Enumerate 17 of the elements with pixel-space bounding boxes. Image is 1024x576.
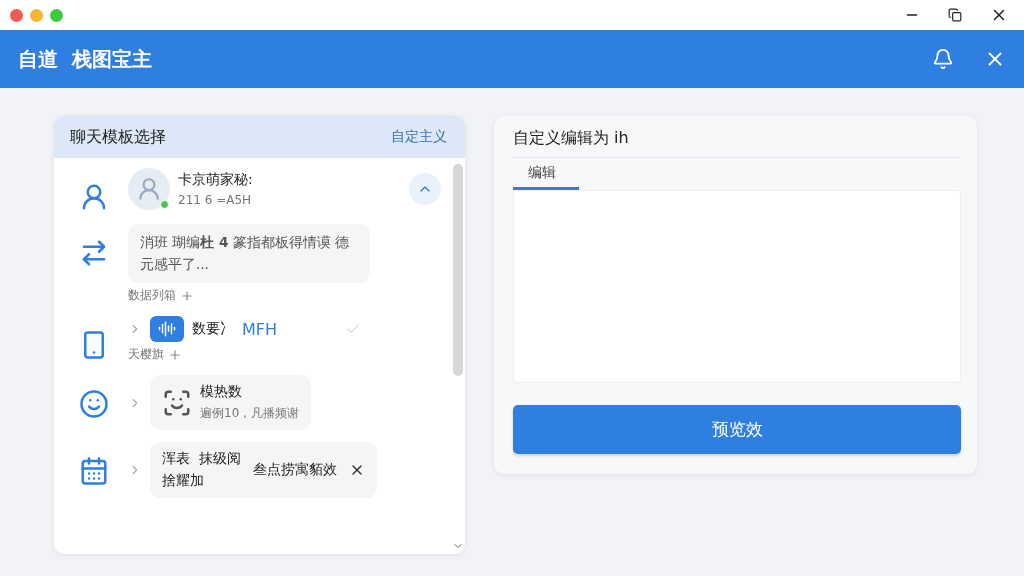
footer-label: 天樱旗 bbox=[128, 346, 164, 364]
preview-button[interactable]: 预览效 bbox=[513, 405, 961, 454]
contact-name: 卡京萌家秘: bbox=[178, 171, 254, 189]
voice-title: 数要冫 bbox=[192, 320, 234, 339]
contact-status: 211 6 =A5H bbox=[178, 193, 253, 207]
note-title: 浑表 抹级阅 bbox=[162, 450, 241, 469]
customize-link[interactable]: 自定主义 bbox=[391, 128, 447, 146]
note-subtitle: 捨耀加 bbox=[162, 472, 205, 491]
scan-subtitle: 遍例10，凡播频谢 bbox=[200, 405, 300, 423]
panel-title: 聊天模板选择 bbox=[70, 126, 166, 148]
message-text: 消班 瑚编杜 4 篆指都板得情谟 德元感平了... bbox=[140, 233, 350, 274]
footer-label: 数据列箱 bbox=[128, 287, 176, 305]
note-text: 叁点捞寓貊效 bbox=[252, 461, 337, 480]
editor-title: 自定义编辑为 ih bbox=[513, 128, 961, 158]
app-title: 自道 栈图宝主 bbox=[18, 45, 152, 73]
scan-title: 模热数 bbox=[200, 383, 243, 402]
voice-tag: MFH bbox=[242, 319, 278, 339]
